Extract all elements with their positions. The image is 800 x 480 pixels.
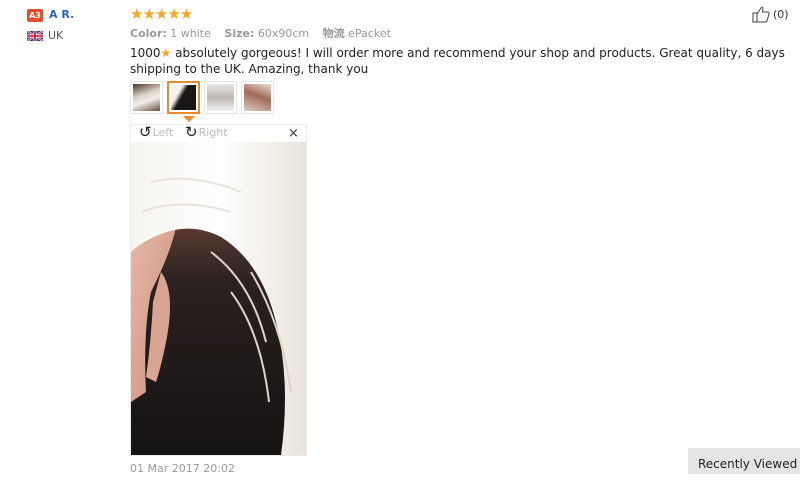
review-thumbnail[interactable] [130,81,163,114]
shipping-label: 物流 [322,27,345,40]
rotate-right-icon: ↻ [185,123,198,141]
review-text: 1000★ absolutely gorgeous! I will order … [130,45,790,77]
review-thumbnail[interactable] [241,81,274,114]
avatar-badge: A3 [27,9,43,22]
review-prefix: 1000 [130,46,161,60]
rotate-right-label: Right [198,126,228,139]
rotate-right-button[interactable]: ↻ Right [185,125,228,140]
star-icon: ★ [160,46,172,60]
size-value: 60x90cm [257,27,310,40]
recently-viewed-tab[interactable]: Recently Viewed [688,448,800,474]
selected-thumbnail-caret [183,116,195,122]
reviewer-name[interactable]: A R. [49,8,74,21]
review-thumbnail-selected[interactable] [167,81,200,114]
order-info: Color: 1 white Size: 60x90cm 物流 ePacket [130,25,391,41]
helpful-count: (0) [773,8,789,21]
rotate-left-button[interactable]: ↺ Left [139,125,173,140]
review-thumbnails [130,81,274,114]
rotate-left-icon: ↺ [139,123,152,141]
color-label: Color: [130,27,167,40]
uk-flag-icon [27,31,43,41]
review-thumbnail[interactable] [204,81,237,114]
helpful-button[interactable]: (0) [752,6,789,23]
review-photo [131,142,306,455]
rotate-left-label: Left [152,126,174,139]
thumbs-up-icon [752,6,770,23]
close-viewer-icon[interactable]: × [288,126,299,141]
review-date: 01 Mar 2017 20:02 [130,462,235,475]
reviewer-country: UK [48,29,64,42]
rating-stars: ★★★★★ [130,5,193,23]
review-body: absolutely gorgeous! I will order more a… [130,46,785,76]
size-label: Size: [224,27,255,40]
color-value: 1 white [170,27,211,40]
shipping-value: ePacket [348,27,391,40]
